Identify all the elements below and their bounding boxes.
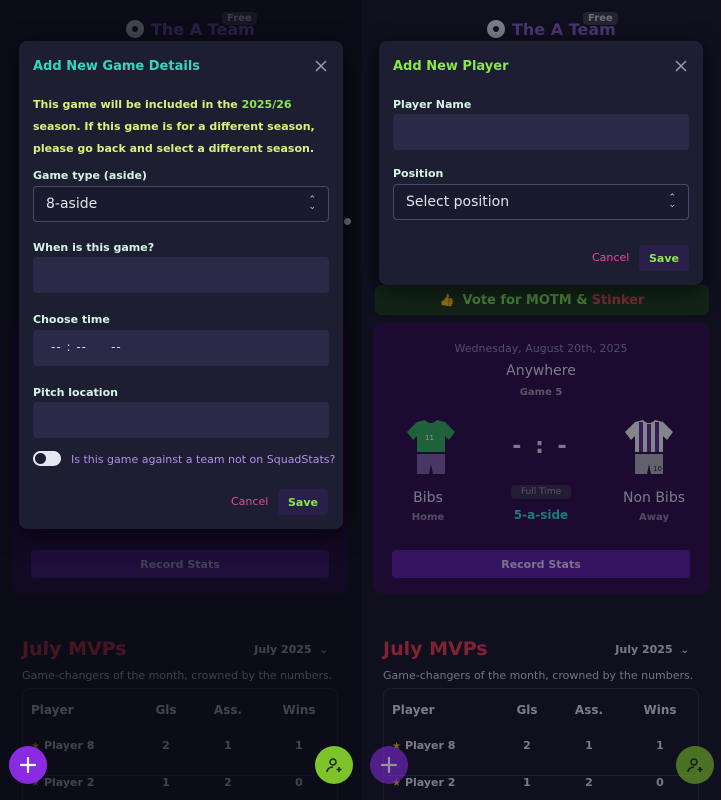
add-button[interactable] xyxy=(9,746,47,784)
position-label: Position xyxy=(393,167,444,180)
season-notice: This game will be included in the 2025/2… xyxy=(33,94,331,160)
close-icon xyxy=(675,59,687,72)
add-game-modal: Add New Game Details This game will be i… xyxy=(19,41,343,529)
app-screen-left: The A Team Free Record Stats July MVPs J… xyxy=(0,0,360,800)
close-icon xyxy=(315,59,327,72)
toggle-knob xyxy=(35,453,46,464)
game-type-select[interactable]: 8-aside ⌃ ⌄ xyxy=(33,186,329,222)
player-name-input[interactable] xyxy=(393,114,689,150)
position-select[interactable]: Select position ⌃ ⌄ xyxy=(393,184,689,220)
plus-icon xyxy=(19,756,37,774)
app-screen-right: The A Team Free 👍 Vote for MOTM & Stinke… xyxy=(361,0,721,800)
plus-icon xyxy=(380,756,398,774)
game-type-value: 8-aside xyxy=(46,196,98,212)
save-button[interactable]: Save xyxy=(278,489,328,515)
close-button[interactable] xyxy=(671,57,691,77)
cancel-button[interactable]: Cancel xyxy=(231,495,268,508)
add-player-button[interactable] xyxy=(315,746,353,784)
external-team-toggle-label: Is this game against a team not on Squad… xyxy=(71,453,336,466)
date-label: When is this game? xyxy=(33,241,155,254)
add-button[interactable] xyxy=(370,746,408,784)
pitch-location-input[interactable] xyxy=(33,402,329,438)
modal-title: Add New Player xyxy=(393,59,509,74)
cancel-button[interactable]: Cancel xyxy=(592,251,629,264)
close-button[interactable] xyxy=(311,57,331,77)
time-value: -- : -- -- xyxy=(51,340,122,354)
modal-title: Add New Game Details xyxy=(33,59,201,74)
add-user-icon xyxy=(687,758,703,773)
time-label: Choose time xyxy=(33,313,110,326)
season-notice-prefix: This game will be included in the xyxy=(33,98,238,111)
add-player-modal: Add New Player Player Name Position Sele… xyxy=(379,41,703,285)
select-arrows-icon: ⌃ ⌄ xyxy=(308,195,316,212)
date-input[interactable] xyxy=(33,257,329,293)
save-button[interactable]: Save xyxy=(639,245,689,271)
player-name-label: Player Name xyxy=(393,98,472,111)
time-input[interactable]: -- : -- -- xyxy=(33,330,329,366)
pitch-label: Pitch location xyxy=(33,386,118,399)
game-type-label: Game type (aside) xyxy=(33,169,147,182)
scroll-indicator xyxy=(344,218,351,225)
external-team-toggle[interactable] xyxy=(33,451,61,466)
position-placeholder: Select position xyxy=(406,194,510,210)
season-highlight: 2025/26 xyxy=(241,98,292,111)
add-user-icon xyxy=(326,758,342,773)
season-notice-suffix: season. If this game is for a different … xyxy=(33,120,315,155)
add-player-button[interactable] xyxy=(676,746,714,784)
select-arrows-icon: ⌃ ⌄ xyxy=(668,193,676,210)
